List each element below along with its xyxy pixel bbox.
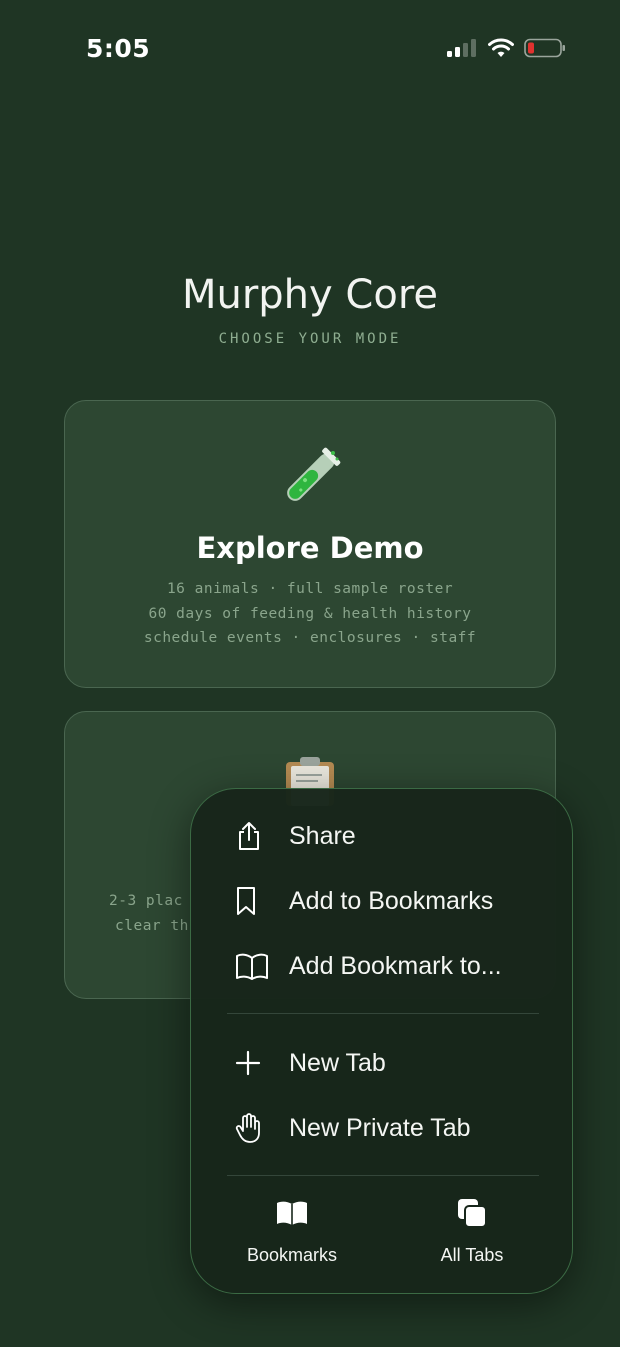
app-subtitle: CHOOSE YOUR MODE — [218, 331, 402, 347]
menu-bottom-bar: Bookmarks All Tabs — [191, 1195, 572, 1275]
explore-demo-card[interactable]: Explore Demo 16 animals · full sample ro… — [64, 400, 556, 688]
card-description-line: schedule events · enclosures · staff — [143, 630, 477, 646]
battery-icon — [524, 38, 565, 58]
menu-item-new-private-tab[interactable]: New Private Tab — [191, 1100, 572, 1156]
menu-item-add-bookmark-to[interactable]: Add Bookmark to... — [191, 938, 572, 994]
menu-item-label: New Tab — [289, 1048, 386, 1077]
status-bar: 5:05 — [0, 0, 620, 100]
card-title: Explore Demo — [196, 531, 424, 565]
bookmarks-button[interactable]: Bookmarks — [217, 1195, 367, 1275]
all-tabs-label: All Tabs — [440, 1245, 504, 1265]
card-description-line: 16 animals · full sample roster — [166, 581, 454, 597]
test-tube-icon — [65, 443, 555, 518]
menu-item-add-to-bookmarks[interactable]: Add to Bookmarks — [191, 873, 572, 929]
status-time: 5:05 — [86, 34, 151, 63]
tabs-icon — [397, 1195, 547, 1231]
book-icon — [235, 949, 269, 983]
plus-icon — [235, 1046, 261, 1080]
bookmarks-label: Bookmarks — [246, 1245, 338, 1265]
menu-item-label: Share — [289, 821, 356, 850]
bookmark-icon — [235, 884, 257, 918]
hand-icon — [235, 1111, 263, 1145]
menu-item-new-tab[interactable]: New Tab — [191, 1035, 572, 1091]
menu-item-label: New Private Tab — [289, 1113, 471, 1142]
app-title: Murphy Core — [181, 272, 438, 318]
menu-item-share[interactable]: Share — [191, 808, 572, 864]
all-tabs-button[interactable]: All Tabs — [397, 1195, 547, 1275]
card-description: 16 animals · full sample roster 60 days … — [65, 577, 555, 651]
menu-item-label: Add to Bookmarks — [289, 886, 494, 915]
share-icon — [235, 819, 263, 853]
menu-item-label: Add Bookmark to... — [289, 951, 502, 980]
card-description-line: 60 days of feeding & health history — [148, 605, 472, 622]
menu-divider — [227, 1013, 539, 1014]
menu-divider — [227, 1175, 539, 1176]
open-book-icon — [217, 1195, 367, 1231]
signal-icon — [447, 39, 476, 57]
wifi-icon — [488, 38, 514, 57]
status-icons — [446, 38, 566, 58]
browser-context-menu: Share Add to Bookmarks Add Bookmark to..… — [190, 788, 573, 1294]
